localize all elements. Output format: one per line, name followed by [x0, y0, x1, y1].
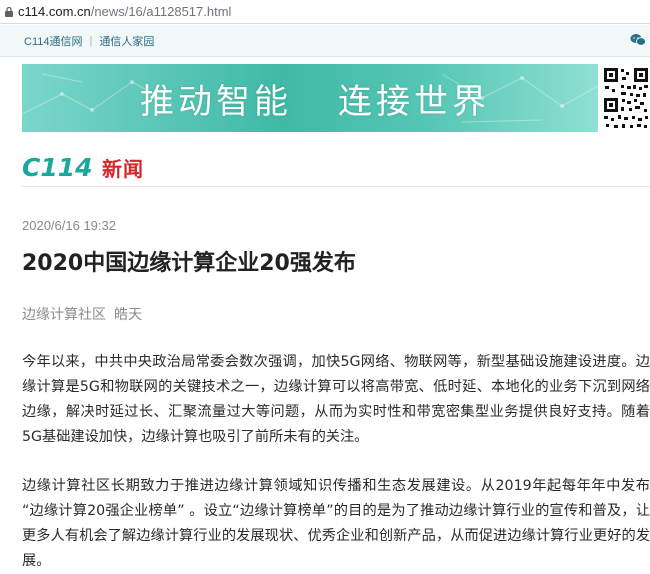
url-path: /news/16/a1128517.html — [90, 4, 232, 19]
url-host: c114.com.cn — [18, 4, 91, 19]
wechat-icon[interactable] — [630, 33, 646, 47]
article-paragraph: 今年以来，中共中央政治局常委会数次强调，加快5G网络、物联网等，新型基础设施建设… — [22, 354, 650, 445]
section-logo[interactable]: C114 新闻 — [22, 152, 144, 182]
nav-separator: | — [89, 34, 93, 47]
article-author: 皓天 — [114, 307, 142, 323]
article-date: 2020/6/16 19:32 — [22, 218, 116, 233]
slogan-right: 连接世界 — [338, 81, 490, 122]
c114-logo: C114 — [22, 154, 93, 180]
section-title-news: 新闻 — [102, 156, 144, 181]
banner-ad[interactable]: 推动智能 连接世界 — [22, 64, 598, 132]
slogan-left: 推动智能 — [140, 81, 292, 122]
article-title: 2020中国边缘计算企业20强发布 — [22, 251, 356, 276]
site-nav-links: C114通信网 | 通信人家园 — [24, 33, 154, 49]
article-paragraph: 边缘计算社区长期致力于推进边缘计算领域知识传播和生态发展建设。从2019年起每年… — [22, 478, 650, 569]
banner-slogan: 推动智能 连接世界 — [22, 64, 598, 132]
lock-icon — [5, 6, 13, 17]
header-divider — [22, 186, 650, 187]
url-text[interactable]: c114.com.cn/news/16/a1128517.html — [18, 4, 231, 19]
svg-text:C114: C114 — [22, 154, 93, 180]
site-top-bar: C114通信网 | 通信人家园 — [0, 25, 650, 57]
article-source[interactable]: 边缘计算社区 — [22, 307, 106, 323]
home-link[interactable]: C114通信网 — [24, 33, 82, 49]
community-link[interactable]: 通信人家园 — [99, 33, 154, 49]
qr-code — [602, 66, 650, 132]
browser-address-bar[interactable]: c114.com.cn/news/16/a1128517.html — [0, 0, 650, 24]
article-byline: 边缘计算社区 皓天 — [22, 304, 142, 324]
